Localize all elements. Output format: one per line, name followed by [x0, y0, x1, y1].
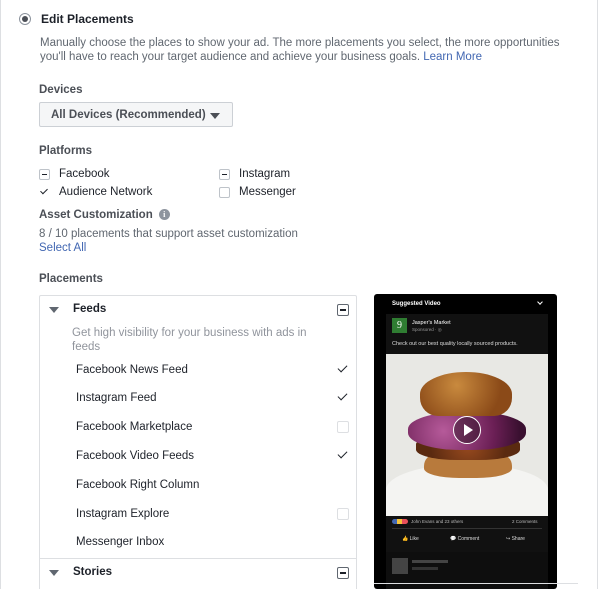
share-action[interactable]: ↪ Share: [506, 536, 525, 542]
chevron-down-icon[interactable]: [537, 299, 543, 305]
facebook-news-feed-checkbox[interactable]: [336, 363, 350, 377]
edit-placements-radio[interactable]: [19, 13, 31, 25]
facebook-marketplace-checkbox[interactable]: [337, 421, 349, 433]
comments-count: 2 Comments: [512, 519, 538, 524]
placement-item-facebook-right-column[interactable]: Facebook Right Column: [76, 479, 199, 491]
reactions-summary: John Evans and 23 others: [392, 519, 463, 524]
sponsored-text: Sponsored ·: [412, 327, 438, 332]
feeds-group-checkbox[interactable]: [337, 304, 349, 316]
devices-dropdown[interactable]: All Devices (Recommended): [39, 102, 233, 127]
facebook-video-feeds-checkbox[interactable]: [336, 449, 350, 463]
preview-post: 9 Jasper's Market Sponsored · ◎ Check ou…: [386, 314, 548, 589]
burger-video-thumbnail[interactable]: [386, 354, 548, 516]
edit-placements-title: Edit Placements: [41, 12, 134, 26]
placements-label: Placements: [39, 273, 103, 285]
caret-down-icon: [210, 113, 220, 119]
instagram-checkbox[interactable]: [219, 168, 230, 180]
comment-icon: 💬: [450, 536, 457, 542]
asset-customization-label: Asset Customization i: [39, 209, 170, 221]
asset-customization-text: Asset Customization: [39, 209, 153, 221]
platform-label: Instagram: [239, 168, 291, 180]
select-all-link[interactable]: Select All: [39, 242, 86, 254]
devices-selected: All Devices (Recommended): [51, 108, 206, 121]
edit-placements-option[interactable]: Edit Placements: [19, 12, 134, 26]
platform-instagram[interactable]: Instagram: [219, 168, 290, 180]
stories-group-header[interactable]: Stories: [40, 559, 356, 587]
platform-messenger[interactable]: Messenger: [219, 186, 296, 198]
placement-item-facebook-marketplace[interactable]: Facebook Marketplace: [76, 421, 192, 433]
feeds-group-header[interactable]: Feeds: [40, 296, 356, 324]
placeholder-line: [412, 560, 448, 563]
platform-audience-network[interactable]: Audience Network: [39, 186, 152, 198]
platform-label: Messenger: [239, 186, 296, 198]
instagram-feed-checkbox[interactable]: [336, 391, 350, 405]
platform-label: Facebook: [59, 168, 110, 180]
facebook-checkbox[interactable]: [39, 168, 50, 180]
platform-label: Audience Network: [59, 186, 153, 198]
ad-preview: Suggested Video 9 Jasper's Market Sponso…: [374, 294, 557, 589]
placement-item-facebook-video-feeds[interactable]: Facebook Video Feeds: [76, 450, 194, 462]
share-label: Share: [511, 536, 525, 542]
placements-list: Feeds Get high visibility for your busin…: [39, 295, 357, 589]
placement-item-instagram-feed[interactable]: Instagram Feed: [76, 392, 157, 404]
platforms-label: Platforms: [39, 145, 93, 157]
collapse-triangle-icon[interactable]: [49, 307, 59, 313]
like-icon: 👍: [402, 536, 409, 542]
audience-network-checkbox[interactable]: [39, 186, 50, 198]
reaction-icons: [392, 519, 408, 524]
bun-top-shape: [420, 372, 512, 416]
placeholder-line: [412, 567, 438, 570]
page-name: Jasper's Market: [412, 320, 451, 326]
like-action[interactable]: 👍 Like: [402, 536, 419, 542]
reactions-text: John Evans and 23 others: [411, 519, 464, 524]
placement-item-facebook-news-feed[interactable]: Facebook News Feed: [76, 364, 188, 376]
like-label: Like: [409, 536, 419, 542]
stories-title: Stories: [73, 566, 112, 578]
edit-placements-description: Manually choose the places to show your …: [40, 36, 580, 64]
asset-customization-count: 8 / 10 placements that support asset cus…: [39, 228, 298, 240]
comment-action[interactable]: 💬 Comment: [450, 536, 479, 542]
divider: [392, 528, 542, 529]
share-icon: ↪: [506, 536, 511, 542]
preview-header: Suggested Video: [392, 301, 441, 307]
divider: [374, 583, 578, 584]
post-text: Check out our best quality locally sourc…: [392, 341, 518, 347]
sponsored-label: Sponsored · ◎: [412, 327, 442, 333]
info-icon[interactable]: i: [158, 209, 170, 220]
devices-label: Devices: [39, 84, 83, 96]
feeds-title: Feeds: [73, 303, 107, 315]
page-logo: 9: [392, 318, 407, 333]
collapse-triangle-icon[interactable]: [49, 570, 59, 576]
platform-facebook[interactable]: Facebook: [39, 168, 110, 180]
comment-label: Comment: [457, 536, 480, 542]
feeds-description: Get high visibility for your business wi…: [72, 327, 307, 353]
avatar: [392, 558, 408, 574]
play-icon[interactable]: [453, 416, 481, 444]
stories-group-checkbox[interactable]: [337, 567, 349, 579]
globe-icon: ◎: [437, 327, 442, 332]
placement-item-messenger-inbox[interactable]: Messenger Inbox: [76, 536, 164, 548]
learn-more-link[interactable]: Learn More: [423, 51, 482, 63]
instagram-explore-checkbox[interactable]: [337, 508, 349, 520]
placement-item-instagram-explore[interactable]: Instagram Explore: [76, 508, 169, 520]
messenger-checkbox[interactable]: [219, 186, 230, 198]
